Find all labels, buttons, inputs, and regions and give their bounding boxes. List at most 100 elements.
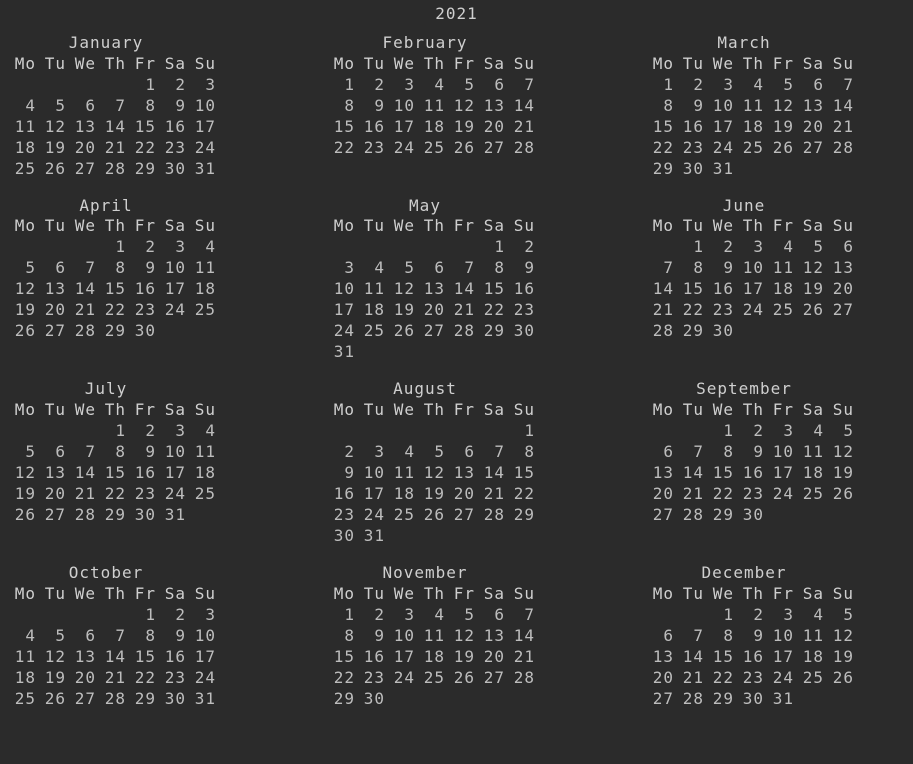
calendar-day-cell: 12 xyxy=(38,117,68,138)
calendar-day-cell: 21 xyxy=(68,484,98,505)
calendar-day-cell: 11 xyxy=(417,96,447,117)
calendar-day-cell: 4 xyxy=(357,258,387,279)
calendar-day-cell: 21 xyxy=(98,138,128,159)
weekday-header: Mo xyxy=(8,584,38,605)
calendar-day-cell: 10 xyxy=(736,258,766,279)
calendar-day-cell: 6 xyxy=(38,442,68,463)
calendar-day-cell: 17 xyxy=(188,117,218,138)
weekday-header: Th xyxy=(736,54,766,75)
month-june: June MoTuWeThFrSaSu123456789101112131415… xyxy=(646,196,856,364)
calendar-day-cell: 5 xyxy=(417,442,447,463)
calendar-day-cell: 30 xyxy=(128,505,158,526)
weekday-header-row: MoTuWeThFrSaSu xyxy=(646,54,856,75)
calendar-day-cell xyxy=(477,421,507,442)
calendar-week-row: 14151617181920 xyxy=(646,279,856,300)
calendar-day-cell: 30 xyxy=(158,689,188,710)
month-table: MoTuWeThFrSaSu12345678910111213141516171… xyxy=(646,216,856,342)
calendar-day-cell: 13 xyxy=(68,647,98,668)
calendar-day-cell: 31 xyxy=(327,342,357,363)
calendar-day-cell: 21 xyxy=(676,668,706,689)
calendar-day-cell xyxy=(826,689,856,710)
calendar-day-cell: 12 xyxy=(8,463,38,484)
calendar-day-cell: 8 xyxy=(128,96,158,117)
calendar-day-cell: 17 xyxy=(188,647,218,668)
calendar-day-cell: 5 xyxy=(826,605,856,626)
calendar-day-cell: 2 xyxy=(736,605,766,626)
calendar-day-cell: 27 xyxy=(38,505,68,526)
calendar-day-cell: 24 xyxy=(387,668,417,689)
calendar-day-cell xyxy=(447,526,477,547)
calendar-day-cell: 28 xyxy=(826,138,856,159)
calendar-day-cell xyxy=(387,342,417,363)
calendar-week-row: 13141516171819 xyxy=(646,647,856,668)
month-table: MoTuWeThFrSaSu12345678910111213141516171… xyxy=(8,54,218,180)
calendar-day-cell: 12 xyxy=(38,647,68,668)
weekday-header-row: MoTuWeThFrSaSu xyxy=(8,584,218,605)
calendar-day-cell: 18 xyxy=(357,300,387,321)
calendar-day-cell: 28 xyxy=(676,505,706,526)
calendar-day-cell xyxy=(826,159,856,180)
month-title: May xyxy=(327,196,523,217)
calendar-day-cell: 24 xyxy=(188,138,218,159)
calendar-week-row: 22232425262728 xyxy=(646,138,856,159)
calendar-day-cell: 7 xyxy=(676,442,706,463)
calendar-day-cell: 3 xyxy=(357,442,387,463)
calendar-day-cell: 17 xyxy=(357,484,387,505)
weekday-header: Mo xyxy=(646,216,676,237)
calendar-day-cell: 22 xyxy=(646,138,676,159)
month-july: July MoTuWeThFrSaSu123456789101112131415… xyxy=(8,379,218,547)
calendar-day-cell: 10 xyxy=(706,96,736,117)
calendar-day-cell xyxy=(736,321,766,342)
calendar-day-cell: 24 xyxy=(766,668,796,689)
calendar-day-cell: 11 xyxy=(188,258,218,279)
calendar-day-cell: 31 xyxy=(188,689,218,710)
calendar-day-cell: 12 xyxy=(447,626,477,647)
calendar-day-cell: 24 xyxy=(736,300,766,321)
weekday-header: Th xyxy=(736,216,766,237)
weekday-header: Su xyxy=(507,54,537,75)
calendar-day-cell: 19 xyxy=(826,463,856,484)
calendar-day-cell: 14 xyxy=(826,96,856,117)
calendar-week-row: 19202122232425 xyxy=(8,484,218,505)
calendar-day-cell xyxy=(387,237,417,258)
calendar-day-cell: 15 xyxy=(327,647,357,668)
calendar-day-cell: 4 xyxy=(8,626,38,647)
calendar-day-cell: 1 xyxy=(507,421,537,442)
calendar-day-cell: 8 xyxy=(676,258,706,279)
calendar-week-row: 6789101112 xyxy=(646,626,856,647)
calendar-day-cell: 13 xyxy=(646,647,676,668)
calendar-day-cell: 15 xyxy=(706,463,736,484)
calendar-day-cell xyxy=(38,237,68,258)
calendar-day-cell: 15 xyxy=(676,279,706,300)
calendar-day-cell: 21 xyxy=(826,117,856,138)
calendar-day-cell: 18 xyxy=(736,117,766,138)
calendar-day-cell: 29 xyxy=(706,505,736,526)
calendar-day-cell: 13 xyxy=(477,96,507,117)
calendar-day-cell: 27 xyxy=(477,138,507,159)
calendar-day-cell: 23 xyxy=(128,484,158,505)
calendar-day-cell: 5 xyxy=(38,626,68,647)
calendar-day-cell xyxy=(477,526,507,547)
calendar-day-cell: 15 xyxy=(706,647,736,668)
weekday-header-row: MoTuWeThFrSaSu xyxy=(646,400,856,421)
calendar-day-cell: 3 xyxy=(706,75,736,96)
calendar-day-cell: 18 xyxy=(188,463,218,484)
calendar-day-cell: 15 xyxy=(327,117,357,138)
calendar-day-cell: 26 xyxy=(796,300,826,321)
weekday-header: Sa xyxy=(158,216,188,237)
calendar-day-cell: 21 xyxy=(98,668,128,689)
calendar-day-cell: 25 xyxy=(8,689,38,710)
calendar-day-cell: 18 xyxy=(766,279,796,300)
calendar-day-cell xyxy=(447,342,477,363)
month-september: September MoTuWeThFrSaSu1234567891011121… xyxy=(646,379,856,547)
month-title: September xyxy=(646,379,842,400)
calendar-day-cell xyxy=(68,605,98,626)
calendar-day-cell: 20 xyxy=(68,668,98,689)
calendar-day-cell xyxy=(676,605,706,626)
calendar-day-cell: 6 xyxy=(417,258,447,279)
calendar-day-cell: 25 xyxy=(8,159,38,180)
calendar-day-cell: 14 xyxy=(507,96,537,117)
calendar-day-cell: 11 xyxy=(736,96,766,117)
calendar-week-row: 20212223242526 xyxy=(646,484,856,505)
calendar-day-cell xyxy=(327,421,357,442)
